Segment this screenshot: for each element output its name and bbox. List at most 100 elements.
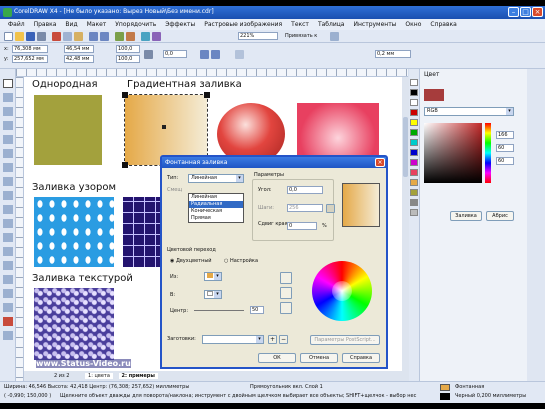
page-navigator[interactable]: 2 из 2 1: цвета 2: примеры — [24, 371, 409, 381]
maximize-button[interactable]: □ — [520, 7, 531, 17]
fill-type-select[interactable]: Линейная ▾ — [188, 174, 244, 183]
dialog-close-button[interactable]: × — [375, 158, 385, 167]
menu-edit[interactable]: Правка — [34, 21, 57, 28]
mirror-horizontal-icon[interactable] — [200, 50, 209, 59]
midpoint-slider[interactable] — [194, 310, 244, 311]
direct-path-icon[interactable] — [280, 272, 292, 284]
horizontal-ruler[interactable] — [16, 69, 408, 77]
menu-text[interactable]: Текст — [291, 21, 309, 28]
scale-x-field[interactable]: 100,0 — [116, 45, 140, 53]
steps-field[interactable]: 256 — [287, 204, 323, 212]
color-value-r[interactable]: 166 — [496, 131, 514, 139]
palette-swatch[interactable] — [410, 209, 418, 216]
application-launcher-icon[interactable] — [141, 32, 150, 41]
rectangle-tool-icon[interactable] — [3, 163, 13, 172]
edge-pad-field[interactable]: 0 — [287, 222, 317, 230]
fill-type-option-conical[interactable]: Коническая — [189, 208, 243, 215]
two-color-radio[interactable]: ◉ Двухцветный — [170, 258, 212, 264]
to-color-picker[interactable]: ▾ — [204, 290, 222, 299]
menu-view[interactable]: Вид — [65, 21, 77, 28]
minimize-button[interactable]: – — [508, 7, 519, 17]
smart-fill-tool-icon[interactable] — [3, 149, 13, 158]
gradient-preview[interactable] — [342, 183, 380, 227]
interactive-fill-tool-icon[interactable] — [3, 331, 13, 340]
fill-type-option-square[interactable]: Прямая — [189, 215, 243, 222]
midpoint-field[interactable]: 50 — [250, 306, 264, 314]
vertical-scrollbar[interactable] — [402, 77, 409, 371]
undo-icon[interactable] — [89, 32, 98, 41]
pick-tool-icon[interactable] — [3, 79, 13, 88]
color-value-g[interactable]: 60 — [496, 144, 514, 152]
pattern-fill-navy-grid[interactable] — [123, 197, 163, 267]
width-field[interactable]: 46,54 мм — [64, 45, 94, 53]
angle-field[interactable]: 0,0 — [287, 186, 323, 194]
palette-swatch[interactable] — [410, 89, 418, 96]
lock-ratio-icon[interactable] — [144, 50, 153, 59]
polygon-tool-icon[interactable] — [3, 191, 13, 200]
clockwise-path-icon[interactable] — [280, 302, 292, 314]
menu-bitmaps[interactable]: Растровые изображения — [204, 21, 282, 28]
remove-preset-icon[interactable]: − — [279, 335, 288, 344]
docker-outline-button[interactable]: Абрис — [486, 211, 514, 221]
corner-round-icon[interactable] — [235, 50, 244, 59]
position-x-field[interactable]: 76,308 мм — [12, 45, 48, 53]
blend-tool-icon[interactable] — [3, 275, 13, 284]
page-tab-1[interactable]: 1: цвета — [85, 373, 113, 379]
position-y-field[interactable]: 257,652 мм — [12, 55, 48, 63]
shape-tool-icon[interactable] — [3, 93, 13, 102]
fill-type-option-radial[interactable]: Радиальная — [189, 201, 243, 208]
close-button[interactable]: × — [532, 7, 543, 17]
palette-swatch[interactable] — [410, 149, 418, 156]
text-tool-icon[interactable] — [3, 219, 13, 228]
from-color-picker[interactable]: ▾ — [204, 272, 222, 281]
freehand-tool-icon[interactable] — [3, 135, 13, 144]
outline-width-field[interactable]: 0,2 мм — [375, 50, 411, 58]
welcome-screen-icon[interactable] — [152, 32, 161, 41]
help-button[interactable]: Справка — [342, 353, 380, 363]
eyedropper-tool-icon[interactable] — [3, 289, 13, 298]
palette-swatch[interactable] — [410, 169, 418, 176]
add-preset-icon[interactable]: + — [268, 335, 277, 344]
print-icon[interactable] — [37, 32, 46, 41]
export-icon[interactable] — [126, 32, 135, 41]
fill-type-option-linear[interactable]: Линейная — [189, 194, 243, 201]
rotation-angle-field[interactable]: 0,0 — [163, 50, 187, 58]
snap-to-select[interactable]: Привязать к — [285, 33, 317, 39]
page-tab-2[interactable]: 2: примеры — [118, 373, 158, 379]
selection-handle[interactable] — [122, 162, 128, 168]
palette-swatch[interactable] — [410, 159, 418, 166]
cut-icon[interactable] — [52, 32, 61, 41]
ok-button[interactable]: ОК — [258, 353, 296, 363]
menu-table[interactable]: Таблица — [318, 21, 345, 28]
uniform-fill-square[interactable] — [34, 95, 102, 165]
palette-swatch[interactable] — [410, 119, 418, 126]
color-value-b[interactable]: 60 — [496, 157, 514, 165]
palette-swatch[interactable] — [410, 179, 418, 186]
redo-icon[interactable] — [100, 32, 109, 41]
menu-layout[interactable]: Макет — [87, 21, 107, 28]
counterclockwise-path-icon[interactable] — [280, 287, 292, 299]
presets-select[interactable]: ▾ — [202, 335, 264, 344]
scale-y-field[interactable]: 100,0 — [116, 55, 140, 63]
crop-tool-icon[interactable] — [3, 107, 13, 116]
docker-fill-button[interactable]: Заливка — [450, 211, 482, 221]
steps-lock-icon[interactable] — [326, 204, 335, 213]
custom-radio[interactable]: ○ Настройка — [224, 258, 258, 264]
vertical-ruler[interactable] — [16, 77, 24, 381]
paste-icon[interactable] — [74, 32, 83, 41]
basic-shapes-tool-icon[interactable] — [3, 205, 13, 214]
pattern-fill-blue-dots[interactable] — [34, 197, 114, 267]
hue-slider[interactable] — [485, 123, 491, 183]
selection-handle[interactable] — [122, 92, 128, 98]
palette-swatch[interactable] — [410, 109, 418, 116]
docker-tabs[interactable] — [527, 69, 545, 381]
connector-tool-icon[interactable] — [3, 261, 13, 270]
selection-center-marker[interactable] — [162, 125, 166, 129]
texture-fill-square[interactable] — [34, 288, 114, 360]
open-icon[interactable] — [15, 32, 24, 41]
palette-swatch[interactable] — [410, 129, 418, 136]
menu-arrange[interactable]: Упорядочить — [115, 21, 156, 28]
mirror-vertical-icon[interactable] — [211, 50, 220, 59]
menu-tools[interactable]: Инструменты — [353, 21, 396, 28]
palette-swatch-none[interactable] — [410, 79, 418, 86]
